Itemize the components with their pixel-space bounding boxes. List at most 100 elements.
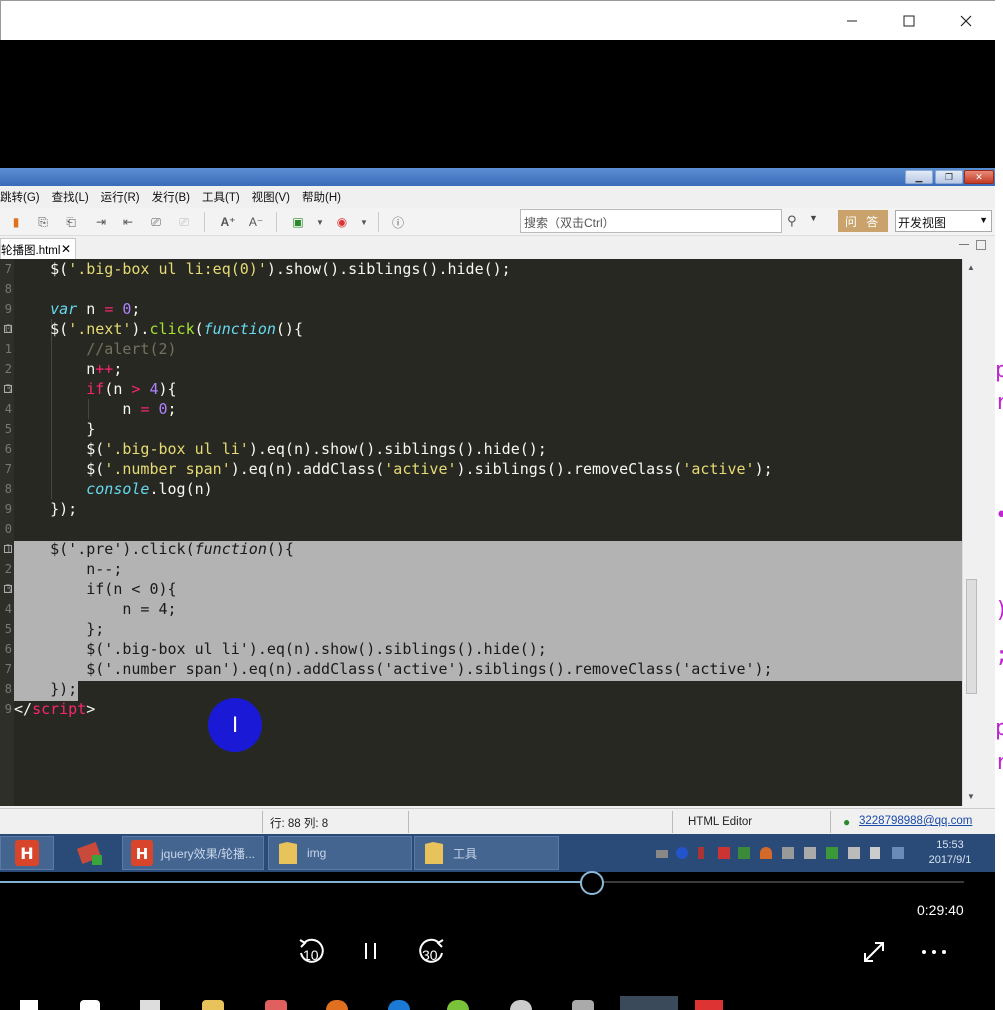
tray-arrow-icon[interactable] [698,847,704,859]
info-icon[interactable]: ⓘ [390,214,406,230]
bookmark-icon[interactable]: ▮ [8,214,24,230]
app-icon[interactable] [695,1000,723,1010]
qq-icon[interactable] [760,847,772,859]
line-number: 2 [4,362,12,376]
menu-tools[interactable]: 工具(T) [196,189,246,205]
taskbar-task-jquery[interactable]: H jquery效果/轮播... [122,836,264,870]
menu-find[interactable]: 查找(L) [46,189,95,205]
close-button[interactable] [943,7,989,35]
scroll-up-icon[interactable]: ▲ [967,263,975,272]
chevron-down-icon[interactable]: ▼ [809,213,818,223]
search-icon[interactable]: ⚲ [787,213,807,231]
task-label: 工具 [453,846,478,861]
seek-handle[interactable] [579,871,604,895]
shield-icon[interactable] [826,847,838,859]
task-view-icon[interactable] [140,1000,160,1010]
taskbar-app-pinned[interactable] [62,836,118,870]
browser-icon[interactable]: ◉ [334,214,350,230]
new-file-icon[interactable]: ⎘ [35,214,51,230]
rewind-10-button[interactable]: 10 [293,934,329,970]
tray-app-icon[interactable] [782,847,794,859]
save-icon[interactable]: ⎗ [63,214,79,230]
tray-app-icon[interactable] [804,847,816,859]
comment-icon[interactable]: ⎚ [176,214,192,230]
tray-app-icon[interactable] [848,847,860,859]
app-icon[interactable] [265,1000,287,1010]
code-editor[interactable]: 7 $('.big-box ul li:eq(0)').show().sibli… [0,259,962,806]
pause-button[interactable] [356,936,386,966]
browser-icon[interactable] [388,1000,410,1010]
tray-app-icon[interactable] [738,847,750,859]
search-input[interactable]: 搜索（双击Ctrl） [520,209,782,233]
more-button[interactable] [918,938,950,966]
maximize-icon[interactable] [976,240,986,250]
folder-icon [425,842,443,864]
code-text: $('.big-box ul li').eq(n).show().sibling… [14,640,547,658]
menu-help[interactable]: 帮助(H) [296,189,347,205]
wechat-icon[interactable] [447,1000,469,1010]
keyboard-icon[interactable] [656,850,668,858]
code-line: 7 $('.big-box ul li:eq(0)').show().sibli… [0,259,962,279]
scroll-down-icon[interactable]: ▼ [967,792,975,801]
text-cursor-icon: I [208,698,262,752]
video-player-task[interactable] [620,996,678,1010]
chevron-down-icon[interactable]: ▼ [312,214,328,230]
font-increase-icon[interactable]: A⁺ [220,214,236,230]
user-account-link[interactable]: 3228798988@qq.com [859,815,972,827]
taskbar-task-tools[interactable]: 工具 [414,836,559,870]
code-text: }; [14,620,105,638]
fold-toggle[interactable] [4,325,12,333]
format-icon[interactable]: ⎚ [148,214,164,230]
fold-toggle[interactable] [4,385,12,393]
elapsed-time: 0:29:40 [917,902,964,918]
ask-button[interactable]: 问 答 [838,210,888,232]
code-text: n = 4; [14,600,177,618]
network-icon[interactable] [892,847,904,859]
editor-scrollbar[interactable]: ▲ ▼ [962,259,979,806]
taskbar-clock[interactable]: 15:53 2017/9/1 [910,838,990,868]
menu-publish[interactable]: 发行(B) [146,189,196,205]
volume-icon[interactable] [870,847,880,859]
app-icon[interactable] [572,1000,594,1010]
fold-toggle[interactable] [4,545,12,553]
taskbar-task-img[interactable]: img [268,836,412,870]
code-text: n--; [14,560,123,578]
view-select-value: 开发视图 [898,216,947,230]
indent-icon[interactable]: ⇥ [93,214,109,230]
windows-start-icon[interactable] [20,1000,38,1010]
firefox-icon[interactable] [326,1000,348,1010]
menu-run[interactable]: 运行(R) [95,189,146,205]
ide-window: ▁ ❐ ✕ 跳转(G) 查找(L) 运行(R) 发行(B) 工具(T) 视图(V… [0,168,995,834]
toolbar-divider [204,212,205,232]
outdent-icon[interactable]: ⇤ [120,214,136,230]
line-number: 9 [4,702,12,716]
folder-icon[interactable] [202,1000,224,1010]
font-decrease-icon[interactable]: A⁻ [248,214,264,230]
ide-minimize-button[interactable]: ▁ [905,170,933,184]
close-icon[interactable]: ✕ [61,242,71,256]
line-number: 0 [4,522,12,536]
run-icon[interactable]: ▣ [290,214,306,230]
fullscreen-button[interactable] [860,938,888,966]
taskbar-hbuilder-pinned[interactable]: H [0,836,54,870]
minimize-button[interactable] [829,7,875,35]
background-glyph: • [995,505,1003,527]
fold-toggle[interactable] [4,585,12,593]
ide-restore-button[interactable]: ❐ [935,170,963,184]
scrollbar-thumb[interactable] [966,579,977,694]
code-line: 6 $('.big-box ul li').eq(n).show().sibli… [0,639,962,659]
forward-30-button[interactable]: 30 [414,934,450,970]
tray-app-icon[interactable] [718,847,730,859]
menu-view[interactable]: 视图(V) [246,189,296,205]
video-player-controls: 0:29:40 10 30 [0,871,995,1010]
minimize-icon[interactable] [959,244,969,254]
maximize-button[interactable] [886,7,932,35]
tab-file[interactable]: 轮播图.html ✕ [0,238,76,259]
search-icon[interactable] [80,1000,100,1010]
app-icon[interactable] [510,1000,532,1010]
chevron-down-icon[interactable]: ▼ [356,214,372,230]
view-select[interactable]: 开发视图 ▼ [895,210,992,232]
help-icon[interactable] [676,847,688,859]
ide-close-button[interactable]: ✕ [964,170,994,184]
menu-goto[interactable]: 跳转(G) [0,189,46,205]
